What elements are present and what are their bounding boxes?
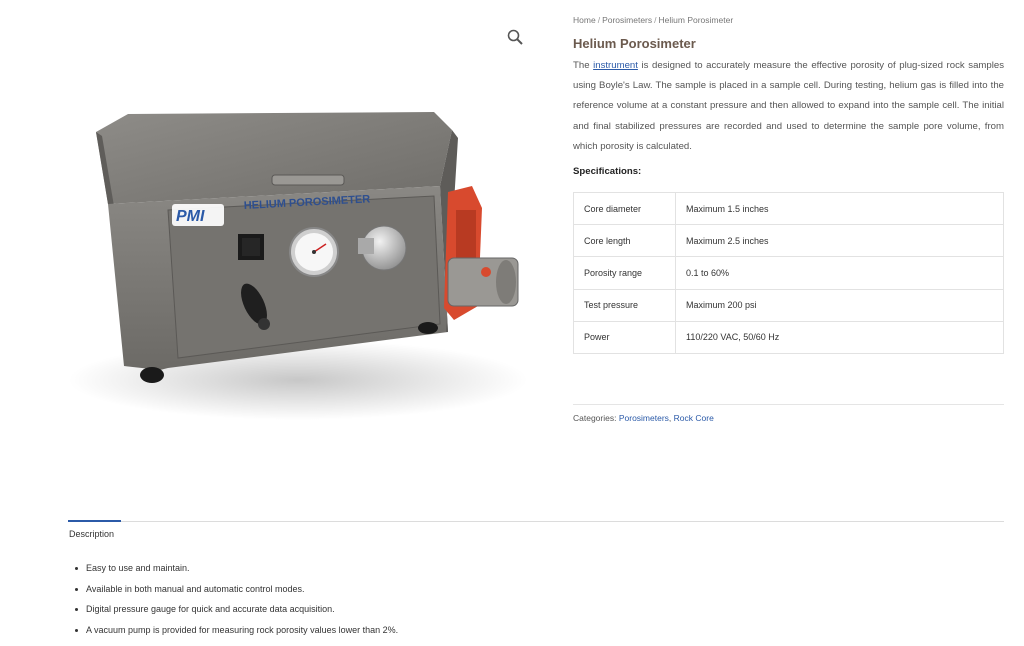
product-categories: Categories: Porosimeters, Rock Core [573,412,714,424]
meta-divider [573,404,1004,405]
breadcrumb-home-link[interactable]: Home [573,15,596,25]
description-text-rest: is designed to accurately measure the ef… [573,60,1004,152]
zoom-magnifier-icon[interactable] [506,28,526,48]
table-row: Core length Maximum 2.5 inches [573,224,1004,258]
table-row: Core diameter Maximum 1.5 inches [573,192,1004,226]
spec-label: Test pressure [573,288,676,322]
category-separator: , [668,413,672,423]
specifications-heading: Specifications: [573,166,642,178]
category-link-porosimeters[interactable]: Porosimeters [619,413,669,423]
spec-value: 110/220 VAC, 50/60 Hz [675,320,1004,354]
list-item: Digital pressure gauge for quick and acc… [74,599,398,620]
tab-description[interactable]: Description [69,528,114,540]
spec-label: Porosity range [573,256,676,290]
product-title: Helium Porosimeter [573,36,696,51]
categories-label: Categories: [573,413,617,423]
list-item: A vacuum pump is provided for measuring … [74,620,398,641]
product-image[interactable]: PMI HELIUM POROSIMETER [68,20,538,450]
product-summary: Home / Porosimeters / Helium Porosimeter Hel… [573,14,1004,354]
spec-value: 0.1 to 60% [675,256,1004,290]
image-logo-text: PMI [176,208,205,225]
breadcrumb: Home / Porosimeters / Helium Porosimeter [573,14,1004,26]
spec-value: Maximum 2.5 inches [675,224,1004,258]
features-list: Easy to use and maintain. Available in b… [74,558,398,641]
product-gallery: PMI HELIUM POROSIMETER [68,20,538,450]
table-row: Test pressure Maximum 200 psi [573,288,1004,322]
specifications-table: Core diameter Maximum 1.5 inches Core le… [573,192,1004,354]
active-tab-indicator [68,520,121,522]
instrument-link[interactable]: instrument [593,60,638,71]
spec-value: Maximum 200 psi [675,288,1004,322]
breadcrumb-category-link[interactable]: Porosimeters [602,15,652,25]
spec-label: Core length [573,224,676,258]
breadcrumb-current: Helium Porosimeter [658,15,734,25]
table-row: Power 110/220 VAC, 50/60 Hz [573,320,1004,354]
product-description: The instrument is designed to accurately… [573,56,1004,157]
spec-label: Core diameter [573,192,676,226]
list-item: Easy to use and maintain. [74,558,398,579]
spec-value: Maximum 1.5 inches [675,192,1004,226]
tabs-divider [68,521,1004,522]
table-row: Porosity range 0.1 to 60% [573,256,1004,290]
list-item: Available in both manual and automatic c… [74,579,398,600]
spec-label: Power [573,320,676,354]
description-text-start: The [573,60,594,71]
category-link-rock-core[interactable]: Rock Core [674,413,714,423]
